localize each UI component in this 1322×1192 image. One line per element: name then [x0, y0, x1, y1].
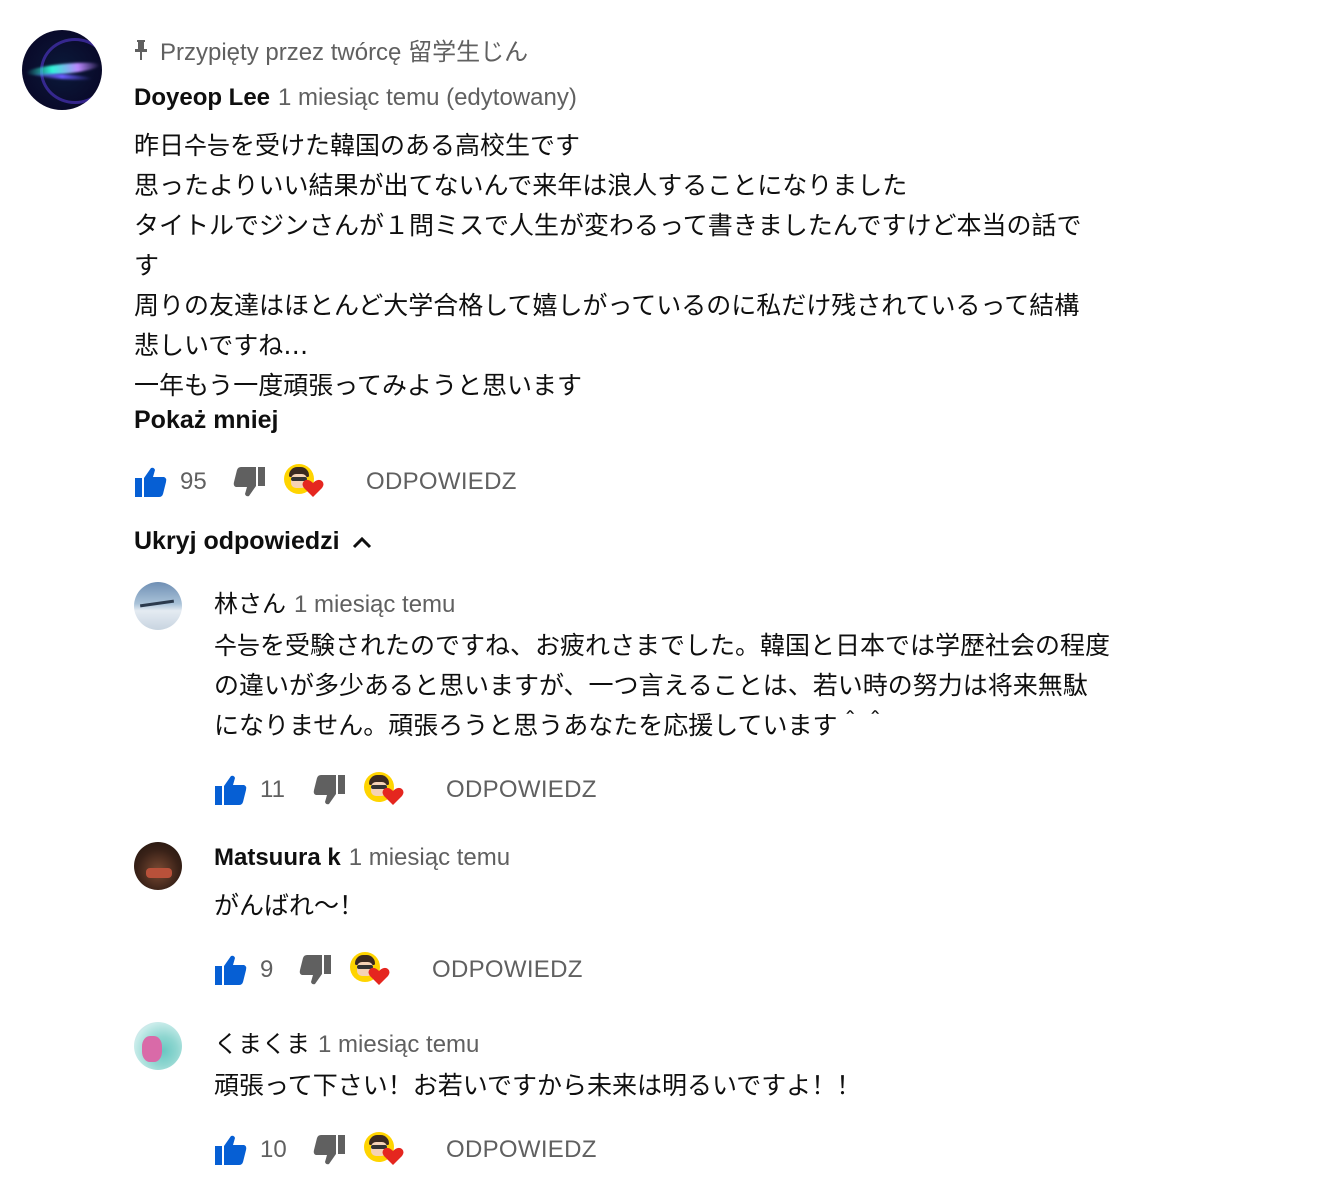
author-name[interactable]: Matsuura k — [214, 844, 341, 872]
comment-time[interactable]: 1 miesiąc temu (edytowany) — [278, 84, 577, 112]
dislike-button[interactable] — [232, 465, 266, 499]
author-name[interactable]: 林さん — [214, 584, 286, 619]
heart-icon — [368, 967, 390, 985]
comment-time[interactable]: 1 miesiąc temu — [318, 1031, 479, 1059]
comment-line: がんばれ〜！ — [214, 891, 365, 920]
comment-line: 昨日수능を受けた韓国のある高校生です — [134, 131, 581, 160]
creator-heart-badge — [364, 1130, 410, 1170]
like-button[interactable] — [134, 465, 168, 499]
dislike-button[interactable] — [312, 773, 346, 807]
thumbs-down-icon — [313, 1135, 345, 1165]
reply-text: 수능を受験されたのですね、お疲れさまでした。韓国と日本では学歴社会の程度 の違い… — [214, 626, 1110, 746]
comment-line: 悲しいですね… — [134, 331, 309, 360]
comment-text: 昨日수능を受けた韓国のある高校生です 思ったよりいい結果が出てないんで来年は浪人… — [134, 126, 1082, 406]
comment-line: 一年もう一度頑張ってみようと思います — [134, 371, 583, 400]
dislike-button[interactable] — [312, 1133, 346, 1167]
reply-text: がんばれ〜！ — [214, 886, 364, 926]
avatar[interactable] — [22, 30, 102, 110]
reply-header: Matsuura k 1 miesiąc temu — [214, 844, 510, 872]
comment-line: の違いが多少あると思いますが、一つ言えることは、若い時の努力は将来無駄 — [214, 671, 1088, 700]
reply-header: 林さん 1 miesiąc temu — [214, 584, 455, 619]
avatar[interactable] — [134, 1022, 182, 1070]
like-count: 11 — [260, 776, 285, 803]
like-count: 95 — [180, 468, 207, 495]
thumbs-up-icon — [215, 1135, 247, 1165]
thumbs-up-icon — [215, 775, 247, 805]
heart-icon — [382, 787, 404, 805]
reply-button[interactable]: ODPOWIEDZ — [446, 1136, 597, 1164]
comment-line: 頑張って下さい！お若いですから未来は明るいですよ！！ — [214, 1071, 862, 1100]
thumbs-down-icon — [299, 955, 331, 985]
reply-button[interactable]: ODPOWIEDZ — [366, 468, 517, 496]
hide-replies-button[interactable]: Ukryj odpowiedzi — [134, 527, 372, 556]
creator-heart-badge — [364, 770, 410, 810]
like-count: 10 — [260, 1136, 287, 1163]
heart-icon — [382, 1147, 404, 1165]
creator-heart-badge — [284, 462, 330, 502]
comment-header: Doyeop Lee 1 miesiąc temu (edytowany) — [134, 84, 577, 112]
comment-time[interactable]: 1 miesiąc temu — [349, 844, 510, 872]
dislike-button[interactable] — [298, 953, 332, 987]
author-name[interactable]: くまくま — [214, 1024, 310, 1059]
chevron-up-icon — [352, 536, 371, 548]
hide-replies-label: Ukryj odpowiedzi — [134, 527, 340, 555]
reply-header: くまくま 1 miesiąc temu — [214, 1024, 479, 1059]
comment-actions: 95 ODPOWIEDZ — [134, 462, 517, 502]
comment-time[interactable]: 1 miesiąc temu — [294, 591, 455, 619]
pinned-label: Przypięty przez twórcę 留学生じん — [134, 32, 528, 67]
pin-icon — [134, 39, 148, 61]
reply-actions: 9 ODPOWIEDZ — [214, 950, 583, 990]
heart-icon — [302, 479, 324, 497]
like-button[interactable] — [214, 953, 248, 987]
comment-line: す — [134, 251, 160, 280]
reply-text: 頑張って下さい！お若いですから未来は明るいですよ！！ — [214, 1066, 861, 1106]
reply-button[interactable]: ODPOWIEDZ — [432, 956, 583, 984]
like-button[interactable] — [214, 773, 248, 807]
comment-line: 周りの友達はほとんど大学合格して嬉しがっているのに私だけ残されているって結構 — [134, 291, 1080, 320]
pinned-text: Przypięty przez twórcę 留学生じん — [160, 39, 529, 66]
creator-heart-badge — [350, 950, 396, 990]
comment-line: 수능を受験されたのですね、お疲れさまでした。韓国と日本では学歴社会の程度 — [214, 631, 1111, 660]
show-less-button[interactable]: Pokaż mniej — [134, 406, 279, 435]
reply-button[interactable]: ODPOWIEDZ — [446, 776, 597, 804]
comment-line: になりません。頑張ろうと思うあなたを応援しています＾＾ — [214, 711, 888, 740]
thumbs-down-icon — [313, 775, 345, 805]
avatar[interactable] — [134, 582, 182, 630]
reply-actions: 11 ODPOWIEDZ — [214, 770, 597, 810]
reply-actions: 10 ODPOWIEDZ — [214, 1130, 597, 1170]
author-name[interactable]: Doyeop Lee — [134, 84, 270, 112]
thumbs-up-icon — [215, 955, 247, 985]
thumbs-down-icon — [233, 467, 265, 497]
avatar[interactable] — [134, 842, 182, 890]
comment-line: 思ったよりいい結果が出てないんで来年は浪人することになりました — [134, 171, 908, 200]
like-button[interactable] — [214, 1133, 248, 1167]
comment-line: タイトルでジンさんが１問ミスで人生が変わるって書きましたんですけど本当の話で — [134, 211, 1082, 240]
thumbs-up-icon — [135, 467, 167, 497]
like-count: 9 — [260, 956, 274, 983]
